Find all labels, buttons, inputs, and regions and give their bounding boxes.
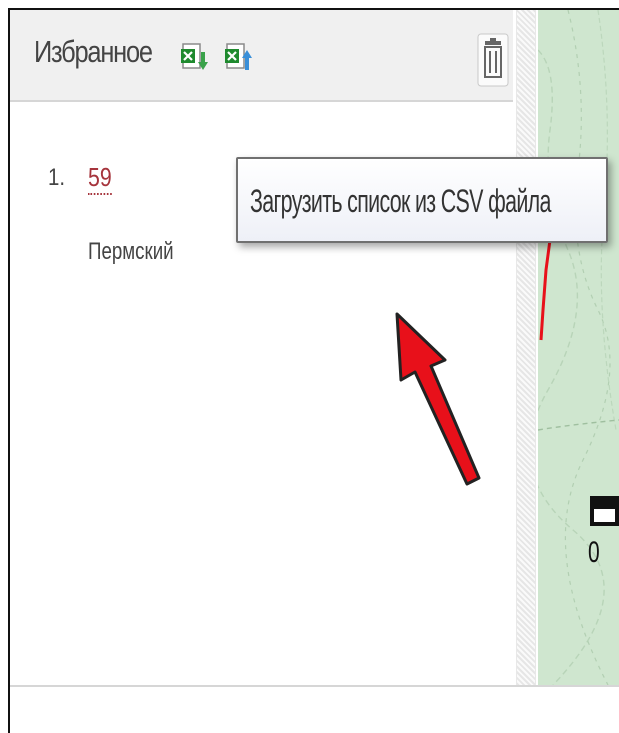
excel-upload-icon[interactable] (224, 40, 254, 78)
bottom-divider (10, 685, 619, 687)
scale-zero-label: 0 (588, 536, 600, 569)
favorites-header: Избранное (10, 10, 513, 102)
map-view[interactable]: 0 (538, 10, 619, 685)
favorites-title: Избранное (34, 34, 153, 69)
item-number: 1. (48, 164, 66, 191)
map-terrain (538, 10, 619, 685)
tooltip-text: Загрузить список из CSV файла (250, 183, 551, 219)
panel-splitter[interactable] (516, 10, 536, 685)
tooltip: Загрузить список из CSV файла (236, 157, 608, 243)
excel-download-icon[interactable] (180, 40, 210, 78)
trash-icon[interactable] (476, 32, 510, 88)
item-link[interactable]: 59 (88, 162, 112, 195)
red-arrow-icon (395, 310, 485, 490)
item-subtitle: Пермский (88, 238, 174, 265)
scale-bar (590, 496, 619, 526)
